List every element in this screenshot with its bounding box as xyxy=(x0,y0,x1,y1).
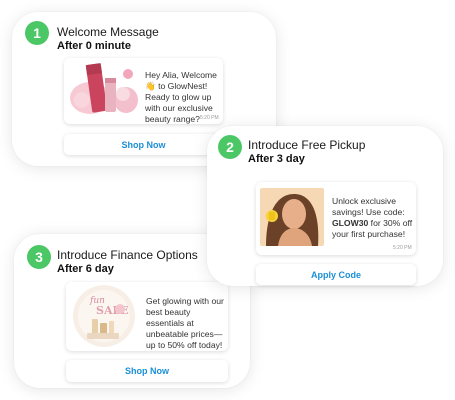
apply-code-button[interactable]: Apply Code xyxy=(256,264,416,285)
card-title: Welcome Message xyxy=(57,25,159,39)
step-badge-2: 2 xyxy=(218,135,242,159)
skincare-product-image xyxy=(68,60,138,120)
step-badge-3: 3 xyxy=(27,245,51,269)
message-text: Unlock exclusive savings! Use code: GLOW… xyxy=(332,196,413,239)
card-title: Introduce Free Pickup xyxy=(248,138,366,152)
sale-banner-image: fun SALE xyxy=(70,283,138,349)
step-badge-1: 1 xyxy=(25,21,49,45)
model-portrait-image xyxy=(260,188,324,246)
message-time: 5:20 PM xyxy=(200,115,219,121)
message-text: Get glowing with our best beauty essenti… xyxy=(146,296,224,350)
card-timing: After 0 minute xyxy=(57,40,131,52)
message-time: 5:20 PM xyxy=(393,245,412,251)
card-timing: After 6 day xyxy=(57,263,114,275)
card-title: Introduce Finance Options xyxy=(57,248,198,262)
shop-now-button[interactable]: Shop Now xyxy=(64,134,223,155)
promo-code: GLOW30 xyxy=(332,218,369,228)
card-timing: After 3 day xyxy=(248,153,305,165)
shop-now-button[interactable]: Shop Now xyxy=(66,360,228,382)
